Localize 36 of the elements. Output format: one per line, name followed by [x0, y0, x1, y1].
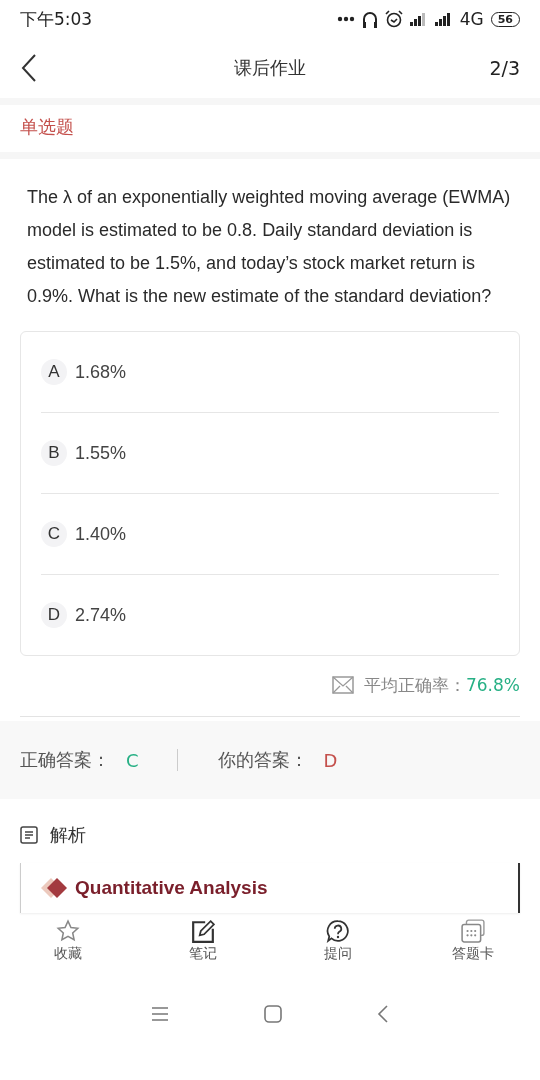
diamond-icon [41, 877, 69, 899]
answer-option[interactable]: D 2.74% [41, 575, 499, 655]
correct-answer: C [126, 749, 139, 771]
toolbar-tab[interactable]: 提问 [270, 919, 405, 979]
question-type-label: 单选题 [0, 105, 540, 159]
accuracy-value: 76.8% [466, 674, 520, 695]
document-icon [20, 826, 38, 844]
more-dots-icon [336, 16, 355, 22]
signal-icon [409, 12, 428, 26]
card-grid-icon [460, 919, 485, 943]
home-square-icon[interactable] [264, 1005, 282, 1023]
mail-icon [332, 676, 354, 694]
network-type: 4G [459, 9, 484, 29]
toolbar-tab[interactable]: 收藏 [0, 919, 135, 979]
question-text: The λ of an exponentially weighted moving average (EWMA) model is estimated to be 0.8. Daily standard deviation is estimated to be 1.5%, and today’s stock market return is 0.9%. What is the new estimate of the standard deviation? [27, 186, 512, 308]
menu-icon[interactable] [151, 1006, 169, 1022]
answer-option[interactable]: B 1.55% [41, 413, 499, 494]
pencil-note-icon [190, 919, 215, 943]
alarm-icon [384, 10, 403, 28]
page-title: 课后作业 [234, 57, 306, 78]
toolbar-tab[interactable]: 答题卡 [405, 919, 540, 979]
toolbar-tab[interactable]: 笔记 [135, 919, 270, 979]
question-bubble-icon [325, 919, 350, 943]
analysis-heading: Quantitative Analysis [75, 877, 268, 899]
your-answer-label: 你的答案： [217, 748, 308, 772]
correct-answer-label: 正确答案： [20, 748, 110, 772]
analysis-title: 解析 [50, 823, 86, 847]
your-answer: D [323, 749, 338, 771]
answer-option[interactable]: A 1.68% [41, 332, 499, 413]
headphones-icon [361, 10, 378, 28]
star-icon [55, 919, 80, 943]
back-icon[interactable] [20, 53, 38, 83]
accuracy-label: 平均正确率： [364, 674, 466, 695]
answer-option[interactable]: C 1.40% [41, 494, 499, 575]
status-time: 下午5:03 [20, 7, 93, 31]
signal-icon [434, 12, 453, 26]
